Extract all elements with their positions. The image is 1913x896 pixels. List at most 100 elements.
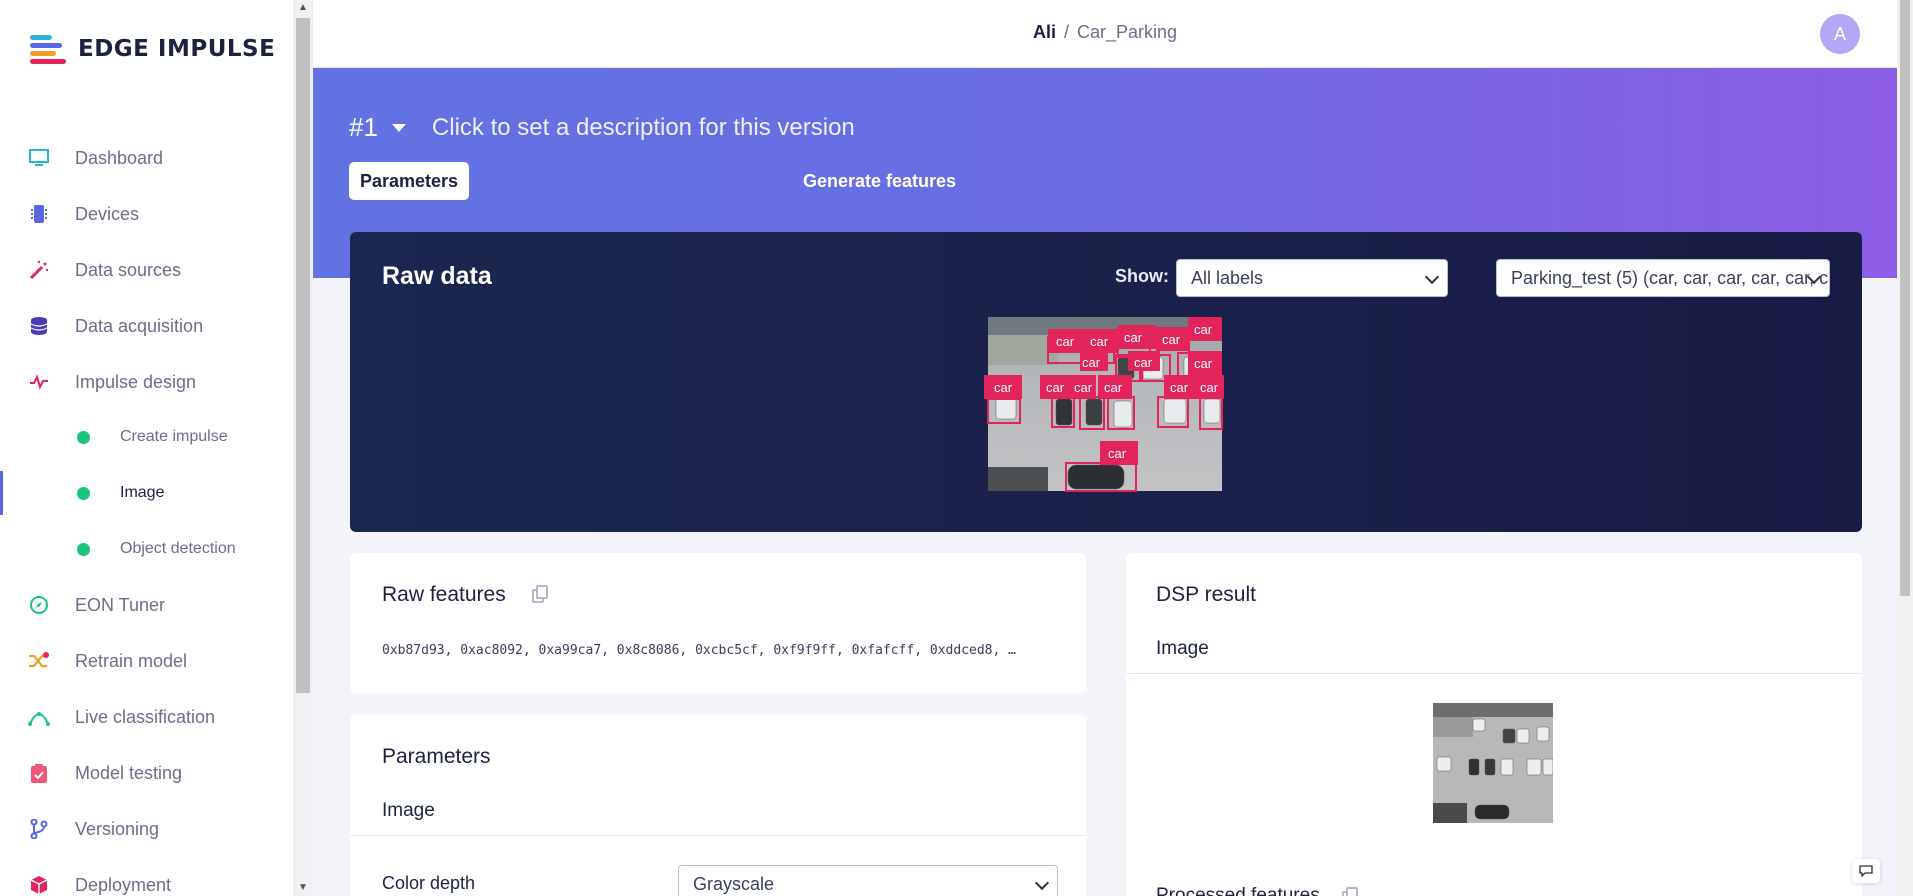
sidebar-scrollbar[interactable]: ▲ ▼ — [293, 0, 313, 896]
monitor-icon — [28, 147, 50, 169]
version-number: #1 — [349, 112, 378, 142]
raw-sample-image: car car car car car car car car car car … — [984, 317, 1224, 492]
sidebar-item-create-impulse[interactable]: Create impulse — [0, 417, 293, 457]
dsp-result-section: Image — [1156, 638, 1209, 659]
bbox-label: car — [1134, 355, 1153, 370]
bbox-label: car — [1046, 380, 1065, 395]
raw-features-title: Raw features — [382, 583, 506, 606]
caret-down-icon — [391, 123, 406, 132]
brand-name: EDGE IMPULSE — [78, 36, 276, 62]
bbox-label: car — [1194, 356, 1213, 371]
sidebar-item-deployment[interactable]: Deployment — [0, 865, 293, 896]
version-description[interactable]: Click to set a description for this vers… — [432, 114, 855, 142]
clipboard-check-icon — [28, 762, 50, 784]
sidebar-item-data-acquisition[interactable]: Data acquisition — [0, 306, 293, 346]
show-label: Show: — [1115, 266, 1169, 286]
bbox-label: car — [1056, 334, 1075, 349]
curve-icon — [28, 706, 50, 728]
pulse-icon — [28, 371, 50, 393]
feedback-chat-icon[interactable] — [1852, 859, 1880, 883]
raw-features-values: 0xb87d93, 0xac8092, 0xa99ca7, 0x8c8086, … — [382, 643, 1016, 658]
scrollbar-thumb[interactable] — [296, 18, 310, 693]
sidebar-item-data-sources[interactable]: Data sources — [0, 250, 293, 290]
color-depth-select[interactable]: Grayscale — [678, 865, 1058, 896]
page-scrollbar[interactable] — [1897, 0, 1913, 896]
bbox-label: car — [1104, 380, 1123, 395]
parameters-card: Parameters Image Color depth Grayscale — [350, 715, 1086, 896]
status-dot-icon — [77, 430, 90, 444]
tab-parameters[interactable]: Parameters — [349, 162, 470, 200]
parameters-title: Parameters — [382, 745, 491, 768]
sidebar: EDGE IMPULSE Dashboard Devices Data sour… — [0, 0, 293, 896]
bbox-label: car — [1194, 322, 1213, 337]
sidebar-item-eon-tuner[interactable]: EON Tuner — [0, 585, 293, 625]
sidebar-item-versioning[interactable]: Versioning — [0, 809, 293, 849]
parameters-section: Image — [382, 800, 435, 821]
sidebar-item-label: Create impulse — [120, 428, 228, 445]
sample-select-value: Parking_test (5) (car, car, car, car, ca… — [1511, 267, 1829, 288]
branch-icon — [28, 818, 50, 840]
breadcrumb: Ali / Car_Parking — [313, 22, 1897, 43]
sidebar-item-impulse-design[interactable]: Impulse design — [0, 362, 293, 402]
color-depth-value: Grayscale — [693, 873, 775, 894]
sidebar-item-label: Devices — [75, 203, 140, 224]
bbox-label: car — [1074, 380, 1093, 395]
sidebar-item-label: Retrain model — [75, 650, 188, 671]
scroll-down-arrow-icon[interactable]: ▼ — [293, 880, 313, 896]
scrollbar-thumb[interactable] — [1900, 0, 1910, 596]
breadcrumb-separator: / — [1063, 22, 1069, 42]
sidebar-item-label: Impulse design — [75, 371, 197, 392]
sample-select[interactable]: Parking_test (5) (car, car, car, car, ca… — [1496, 259, 1830, 297]
sidebar-item-label: Versioning — [75, 818, 160, 839]
copy-icon[interactable] — [1342, 887, 1358, 896]
sidebar-item-model-testing[interactable]: Model testing — [0, 753, 293, 793]
bbox-label: car — [1108, 446, 1127, 461]
label-filter-value: All labels — [1191, 267, 1264, 288]
sidebar-item-label: Object detection — [120, 540, 236, 557]
bbox-label: car — [1162, 332, 1181, 347]
divider — [1126, 673, 1862, 674]
sidebar-item-dashboard[interactable]: Dashboard — [0, 138, 293, 178]
magic-wand-icon — [28, 259, 50, 281]
package-icon — [28, 874, 50, 896]
logo-icon — [30, 33, 68, 65]
sidebar-item-object-detection[interactable]: Object detection — [0, 529, 293, 569]
avatar[interactable]: A — [1820, 14, 1860, 54]
database-icon — [28, 315, 50, 337]
sidebar-item-label: EON Tuner — [75, 594, 166, 615]
dsp-result-card: DSP result Image Processed features — [1126, 553, 1862, 896]
scroll-up-arrow-icon[interactable]: ▲ — [293, 0, 313, 16]
edge-impulse-logo[interactable]: EDGE IMPULSE — [30, 33, 275, 65]
sidebar-item-label: Image — [120, 484, 165, 501]
sidebar-item-label: Live classification — [75, 706, 216, 727]
sidebar-item-devices[interactable]: Devices — [0, 194, 293, 234]
sidebar-item-label: Data acquisition — [75, 315, 204, 336]
version-selector[interactable]: #1 Click to set a description for this v… — [349, 112, 855, 143]
bbox-label: car — [1170, 380, 1189, 395]
compass-icon — [28, 594, 50, 616]
chip-icon — [28, 203, 50, 225]
breadcrumb-user[interactable]: Ali — [1033, 22, 1056, 42]
raw-data-panel: Raw data Show: All labels Parking_test (… — [350, 232, 1862, 532]
color-depth-label: Color depth — [382, 873, 476, 893]
copy-icon[interactable] — [532, 585, 548, 603]
sidebar-item-image[interactable]: Image — [0, 473, 293, 513]
dsp-result-title: DSP result — [1156, 583, 1256, 606]
top-bar: Ali / Car_Parking A — [313, 0, 1897, 68]
tab-generate-features[interactable]: Generate features — [803, 162, 956, 200]
label-filter-select[interactable]: All labels — [1176, 259, 1448, 297]
bbox-label: car — [994, 380, 1013, 395]
processed-features-title: Processed features — [1156, 885, 1320, 896]
raw-features-card: Raw features 0xb87d93, 0xac8092, 0xa99ca… — [350, 553, 1086, 693]
divider — [350, 835, 1086, 836]
sidebar-item-label: Dashboard — [75, 147, 164, 168]
breadcrumb-project[interactable]: Car_Parking — [1077, 22, 1177, 42]
status-dot-icon — [77, 542, 90, 556]
sidebar-item-live-classification[interactable]: Live classification — [0, 697, 293, 737]
parking-lot-image: car car car car car car car car car car … — [984, 317, 1224, 492]
sidebar-item-retrain-model[interactable]: Retrain model — [0, 641, 293, 681]
chevron-down-icon — [1034, 875, 1050, 891]
bbox-label: car — [1082, 355, 1101, 370]
sidebar-item-label: Model testing — [75, 762, 183, 783]
sidebar-item-label: Deployment — [75, 874, 172, 895]
